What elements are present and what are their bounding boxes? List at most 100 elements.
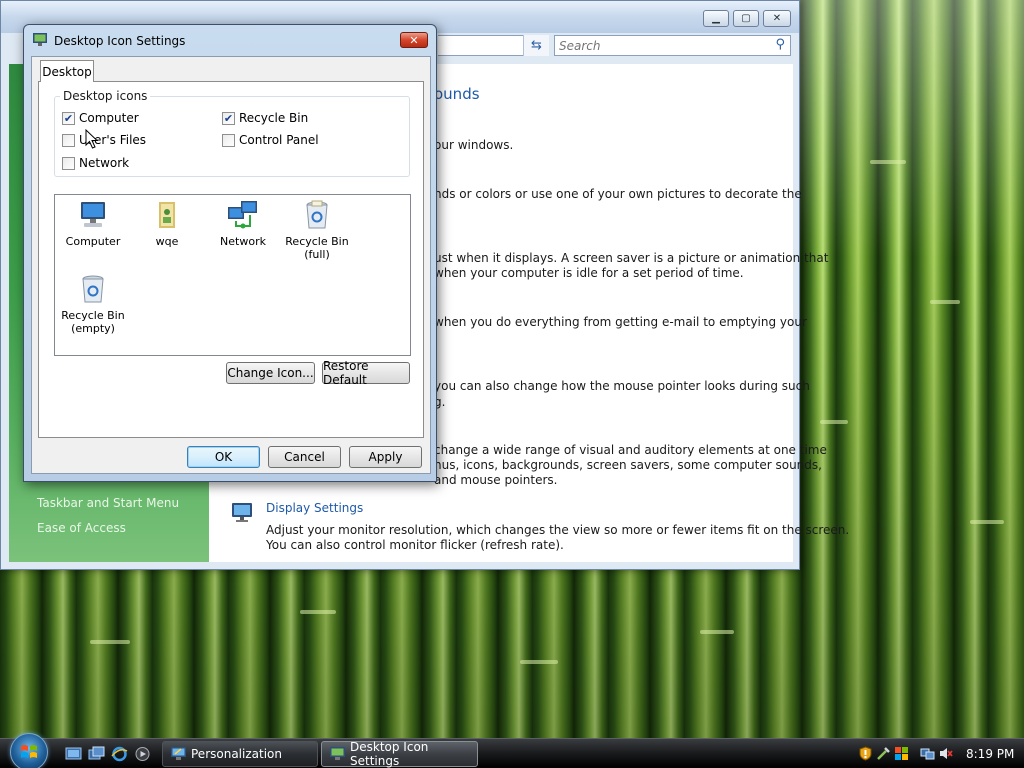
minimize-button[interactable]: ▁ xyxy=(703,10,729,27)
checkbox-label: Control Panel xyxy=(239,133,319,147)
description-text: ust when it displays. A screen saver is … xyxy=(434,251,829,265)
apply-button[interactable]: Apply xyxy=(349,446,422,468)
description-text: when your computer is idle for a set per… xyxy=(434,266,744,280)
personalization-icon xyxy=(171,747,186,760)
icon-item-recycle-bin-empty[interactable]: Recycle Bin (empty) xyxy=(55,273,131,335)
windows-flag-icon[interactable] xyxy=(894,746,909,761)
search-input[interactable] xyxy=(559,38,759,54)
internet-explorer-icon[interactable] xyxy=(111,746,128,762)
bamboo-node xyxy=(520,660,558,664)
dialog-body: Desktop Desktop icons ✔ Computer ✔ Recyc… xyxy=(31,56,431,474)
tab-desktop[interactable]: Desktop xyxy=(40,60,94,82)
icon-item-recycle-bin-full[interactable]: Recycle Bin (full) xyxy=(279,199,355,261)
volume-muted-icon[interactable] xyxy=(938,746,953,761)
desktop-icon-settings-dialog: Desktop Icon Settings ✕ Desktop Desktop … xyxy=(23,24,437,482)
clock[interactable]: 8:19 PM xyxy=(966,747,1014,761)
checkbox-users-files[interactable]: User's Files xyxy=(62,133,146,147)
bamboo-node xyxy=(930,300,960,304)
media-player-icon[interactable] xyxy=(134,746,151,762)
checkbox-box[interactable]: ✔ xyxy=(222,111,235,125)
ok-button[interactable]: OK xyxy=(187,446,260,468)
system-tray: 8:19 PM xyxy=(848,739,1024,768)
recycle-bin-full-icon xyxy=(306,200,328,229)
checkbox-box[interactable]: ✔ xyxy=(62,111,75,125)
search-box[interactable]: ⚲ xyxy=(554,35,791,56)
taskbar-button-desktop-icon-settings[interactable]: Desktop Icon Settings xyxy=(321,740,478,768)
minimize-icon: ▁ xyxy=(712,13,720,24)
checkbox-label: Computer xyxy=(79,111,139,125)
icon-item-user-folder[interactable]: wqe xyxy=(129,199,205,248)
checkbox-network[interactable]: Network xyxy=(62,156,129,170)
bamboo-node xyxy=(700,630,734,634)
checkbox-computer[interactable]: ✔ Computer xyxy=(62,111,139,125)
user-folder-icon xyxy=(159,202,175,228)
group-label: Desktop icons xyxy=(60,89,151,103)
monitor-icon xyxy=(232,503,252,522)
refresh-button[interactable]: ⇆ xyxy=(523,35,549,56)
icon-item-computer[interactable]: Computer xyxy=(55,199,131,248)
maximize-button[interactable]: ▢ xyxy=(733,10,759,27)
bamboo-node xyxy=(300,610,336,614)
taskbar: Personalization Desktop Icon Settings 8:… xyxy=(0,733,1024,768)
description-text: nds or colors or use one of your own pic… xyxy=(434,187,802,201)
checkbox-box[interactable] xyxy=(222,133,235,147)
checkbox-box[interactable] xyxy=(62,156,75,170)
checkbox-control-panel[interactable]: Control Panel xyxy=(222,133,319,147)
recycle-bin-empty-icon xyxy=(82,275,104,303)
bamboo-node xyxy=(870,160,906,164)
description-text: nus, icons, backgrounds, screen savers, … xyxy=(434,458,822,472)
taskbar-start-menu-link[interactable]: Taskbar and Start Menu xyxy=(37,496,179,510)
icon-item-network[interactable]: Network xyxy=(205,199,281,248)
dialog-titlebar[interactable]: Desktop Icon Settings ✕ xyxy=(24,25,436,55)
cancel-button[interactable]: Cancel xyxy=(268,446,341,468)
ease-of-access-link[interactable]: Ease of Access xyxy=(37,521,126,535)
tools-icon[interactable] xyxy=(876,746,891,761)
icon-label: Recycle Bin (full) xyxy=(285,235,349,261)
description-text: and mouse pointers. xyxy=(434,473,558,487)
network-icon xyxy=(228,201,257,229)
checkbox-box[interactable] xyxy=(62,133,75,147)
desktop-settings-icon xyxy=(33,33,47,46)
close-button[interactable]: ✕ xyxy=(763,10,791,27)
bamboo-node xyxy=(970,520,1004,524)
display-settings-link[interactable]: Display Settings xyxy=(266,501,363,515)
icon-label: Recycle Bin (empty) xyxy=(61,309,125,335)
dialog-close-button[interactable]: ✕ xyxy=(400,32,428,48)
taskbar-button-label: Personalization xyxy=(191,747,282,761)
display-settings-description: You can also control monitor flicker (re… xyxy=(266,538,564,552)
computer-icon xyxy=(81,202,105,227)
change-icon-button[interactable]: Change Icon... xyxy=(226,362,315,384)
show-desktop-icon[interactable] xyxy=(65,746,82,762)
search-icon[interactable]: ⚲ xyxy=(775,37,785,52)
close-icon: ✕ xyxy=(772,13,782,24)
network-status-icon[interactable] xyxy=(920,746,935,761)
bamboo-node xyxy=(820,420,848,424)
windows-logo-icon xyxy=(21,745,37,758)
description-text: our windows. xyxy=(434,138,514,152)
restore-default-button[interactable]: Restore Default xyxy=(322,359,410,387)
refresh-icon: ⇆ xyxy=(531,38,542,53)
description-text: change a wide range of visual and audito… xyxy=(434,443,827,457)
start-button[interactable] xyxy=(10,733,48,768)
checkbox-recycle-bin[interactable]: ✔ Recycle Bin xyxy=(222,111,308,125)
desktop-icons-group: Desktop icons ✔ Computer ✔ Recycle Bin U… xyxy=(54,89,410,177)
icon-label: Computer xyxy=(65,235,121,248)
switch-windows-icon[interactable] xyxy=(88,746,105,762)
desktop-icon-settings-icon xyxy=(330,747,345,760)
maximize-icon: ▢ xyxy=(741,13,751,24)
close-icon: ✕ xyxy=(409,33,419,47)
checkbox-label: Network xyxy=(79,156,130,170)
bamboo-node xyxy=(90,640,130,644)
description-text: when you do everything from getting e-ma… xyxy=(434,315,807,329)
display-settings-description: Adjust your monitor resolution, which ch… xyxy=(266,523,850,537)
security-shield-icon[interactable] xyxy=(858,746,873,761)
checkbox-label: Recycle Bin xyxy=(239,111,309,125)
icon-list[interactable]: Computer wqe Network Recycle Bin (full) … xyxy=(54,194,411,356)
mouse-pointer-icon xyxy=(85,129,99,149)
icon-label: wqe xyxy=(155,235,179,248)
dialog-title: Desktop Icon Settings xyxy=(54,34,186,48)
page-title: ounds xyxy=(434,85,480,103)
taskbar-button-personalization[interactable]: Personalization xyxy=(162,741,318,767)
description-text: you can also change how the mouse pointe… xyxy=(434,379,810,393)
taskbar-button-label: Desktop Icon Settings xyxy=(350,740,429,768)
